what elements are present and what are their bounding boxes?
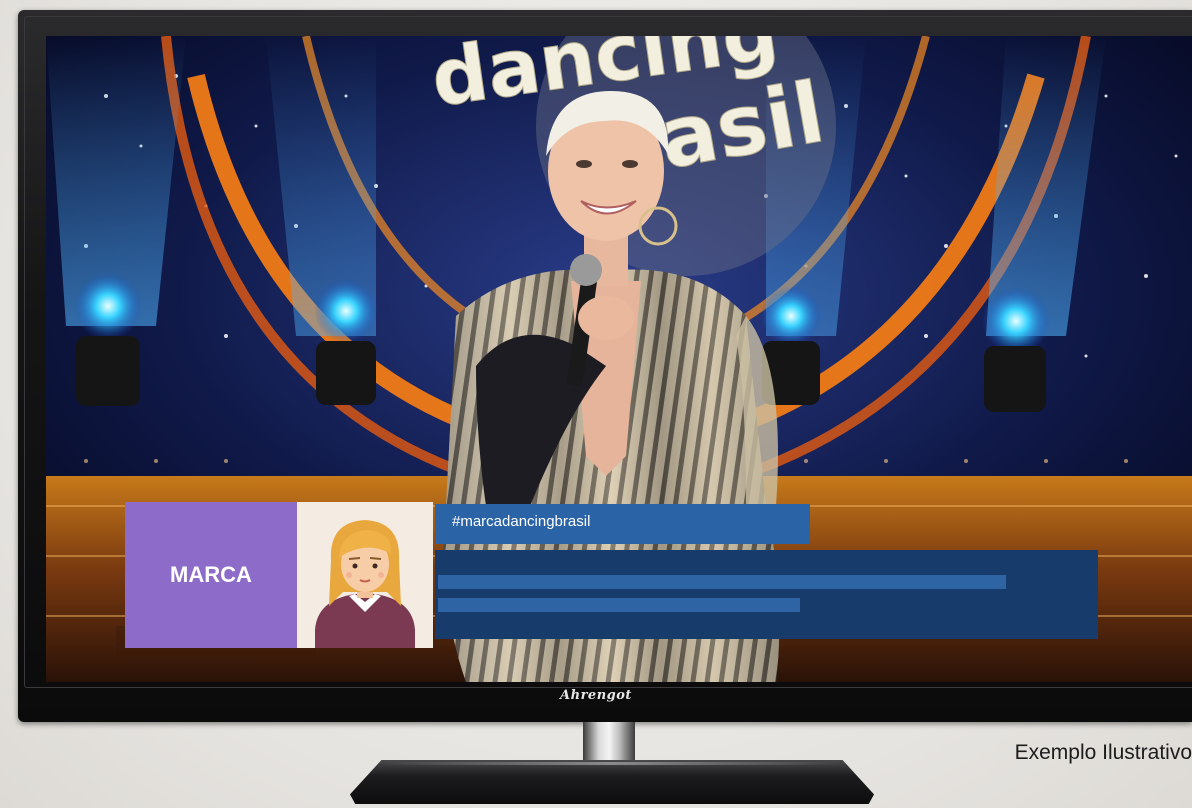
hashtag-bar: #marcadancingbrasil: [435, 504, 810, 544]
message-line-placeholder-1: [438, 575, 1006, 589]
brand-box: MARCA: [125, 502, 297, 648]
tv-stand-base: [350, 760, 874, 804]
message-line-placeholder-2: [438, 598, 800, 612]
brand-label: MARCA: [170, 562, 252, 587]
tv-brand-logo: Ahrengot: [560, 688, 632, 703]
woman-avatar-icon: [297, 502, 433, 648]
avatar-illustration: [315, 520, 415, 648]
caption-text: Exemplo Ilustrativo: [1014, 741, 1192, 764]
message-panel: [435, 550, 1098, 639]
hashtag-text: #marcadancingbrasil: [452, 513, 591, 530]
tv-stand-highlight: [382, 762, 842, 765]
